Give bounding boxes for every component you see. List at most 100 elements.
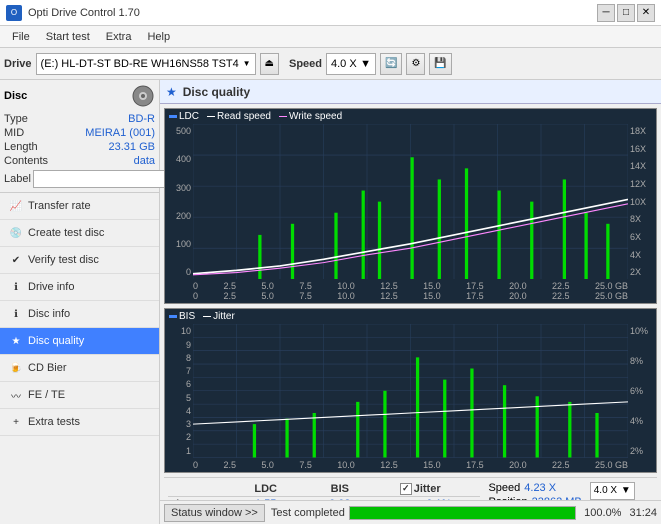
- jitter-col-label: Jitter: [414, 483, 441, 495]
- col-ldc: LDC: [226, 482, 306, 497]
- app-icon: O: [6, 5, 22, 21]
- read-speed-label: Read speed: [217, 111, 271, 122]
- nav-label-create-test-disc: Create test disc: [28, 227, 104, 239]
- write-speed-label: Write speed: [289, 111, 342, 122]
- extra-tests-icon: +: [8, 414, 24, 430]
- speed-info-value: 4.23 X: [524, 482, 556, 494]
- menu-file[interactable]: File: [4, 29, 38, 45]
- disc-header: Disc: [4, 84, 155, 108]
- disc-icon: [131, 84, 155, 108]
- speed-select-combo[interactable]: 4.0 X ▼: [590, 482, 635, 500]
- ldc-label: LDC: [179, 111, 199, 122]
- speed-arrow: ▼: [360, 58, 371, 70]
- sidebar-nav: 📈 Transfer rate 💿 Create test disc ✔ Ver…: [0, 193, 159, 436]
- refresh-button[interactable]: 🔄: [380, 53, 402, 75]
- type-value: BD-R: [128, 113, 155, 125]
- write-speed-dot: [279, 116, 287, 117]
- bottom-y-axis-left: 10 9 8 7 6 5 4 3 2 1: [165, 324, 193, 458]
- progress-pct: 100.0%: [584, 507, 621, 519]
- nav-label-disc-info: Disc info: [28, 308, 70, 320]
- sidebar-item-cd-bier[interactable]: 🍺 CD Bier: [0, 355, 159, 382]
- window-controls[interactable]: ─ □ ✕: [597, 4, 655, 22]
- sidebar-item-verify-test-disc[interactable]: ✔ Verify test disc: [0, 247, 159, 274]
- status-window-nav[interactable]: Status window >>: [164, 504, 265, 522]
- bottom-chart-legend: BIS Jitter: [165, 309, 656, 324]
- disc-type-row: Type BD-R: [4, 112, 155, 126]
- jitter-dot: [203, 316, 211, 317]
- action-buttons: 4.0 X ▼ Start full Start part: [590, 482, 653, 500]
- top-chart-legend: LDC Read speed Write speed: [165, 109, 656, 124]
- charts-area: LDC Read speed Write speed 500: [160, 104, 661, 500]
- statusbar: Status window >> Test completed 100.0% 3…: [160, 500, 661, 524]
- top-y-axis-right: 18X 16X 14X 12X 10X 8X 6X 4X 2X: [628, 124, 656, 279]
- jitter-label: Jitter: [213, 311, 235, 322]
- disc-title: Disc: [4, 90, 27, 102]
- disc-info-icon: ℹ: [8, 306, 24, 322]
- status-text: Test completed: [271, 507, 345, 519]
- drive-dropdown-arrow: ▼: [243, 59, 251, 68]
- settings-button[interactable]: ⚙: [406, 53, 425, 75]
- toolbar: Drive (E:) HL-DT-ST BD-RE WH16NS58 TST4 …: [0, 48, 661, 80]
- eject-button[interactable]: ⏏: [260, 53, 279, 75]
- stats-area: LDC BIS ✓ Jitter Avg: [164, 477, 657, 500]
- read-speed-dot: [207, 116, 215, 117]
- drive-label: Drive: [4, 58, 32, 70]
- nav-label-fe-te: FE / TE: [28, 389, 65, 401]
- sidebar-item-drive-info[interactable]: ℹ Drive info: [0, 274, 159, 301]
- length-label: Length: [4, 141, 38, 153]
- disc-label-input[interactable]: [33, 170, 171, 188]
- sidebar-item-transfer-rate[interactable]: 📈 Transfer rate: [0, 193, 159, 220]
- progress-bar-fill: [350, 507, 575, 519]
- sidebar-item-extra-tests[interactable]: + Extra tests: [0, 409, 159, 436]
- disc-mid-row: MID MEIRA1 (001): [4, 126, 155, 140]
- top-chart: LDC Read speed Write speed 500: [164, 108, 657, 304]
- bottom-y-axis-right: 10% 8% 6% 4% 2%: [628, 324, 656, 458]
- top-y-axis-left: 500 400 300 200 100 0: [165, 124, 193, 279]
- menu-start-test[interactable]: Start test: [38, 29, 98, 45]
- stats-table: LDC BIS ✓ Jitter Avg: [168, 482, 480, 500]
- save-button[interactable]: 💾: [429, 53, 451, 75]
- disc-label-row: Label 🔍: [4, 170, 155, 188]
- bottom-chart-svg-container: [193, 324, 628, 458]
- drive-selector[interactable]: (E:) HL-DT-ST BD-RE WH16NS58 TST4 ▼: [36, 53, 256, 75]
- jitter-checkbox[interactable]: ✓: [400, 483, 412, 495]
- col-spacer: [374, 482, 394, 497]
- speed-select-arrow: ▼: [621, 485, 631, 496]
- progress-bar-container: [349, 506, 576, 520]
- drive-info-icon: ℹ: [8, 279, 24, 295]
- ldc-dot: [169, 115, 177, 118]
- legend-read-speed: Read speed: [207, 111, 271, 122]
- bottom-chart-body: 10 9 8 7 6 5 4 3 2 1: [165, 324, 656, 458]
- contents-label: Contents: [4, 155, 48, 167]
- content-title: Disc quality: [183, 85, 250, 99]
- nav-label-extra-tests: Extra tests: [28, 416, 80, 428]
- maximize-button[interactable]: □: [617, 4, 635, 22]
- top-chart-svg-container: 0 2.5 5.0 7.5 10.0 12.5 15.0 17.5 20.0 2…: [193, 124, 628, 279]
- speed-select-row: 4.0 X ▼: [590, 482, 653, 500]
- disc-label-label: Label: [4, 173, 31, 185]
- mid-value: MEIRA1 (001): [85, 127, 155, 139]
- top-chart-svg: [193, 124, 628, 279]
- sidebar-item-disc-quality[interactable]: ★ Disc quality: [0, 328, 159, 355]
- bis-dot: [169, 315, 177, 318]
- sidebar: Disc Type BD-R MID MEIRA1 (001) Length: [0, 80, 160, 524]
- col-label: [168, 482, 226, 497]
- menubar: File Start test Extra Help: [0, 26, 661, 48]
- sidebar-item-fe-te[interactable]: 〰 FE / TE: [0, 382, 159, 409]
- sidebar-item-disc-info[interactable]: ℹ Disc info: [0, 301, 159, 328]
- sidebar-item-create-test-disc[interactable]: 💿 Create test disc: [0, 220, 159, 247]
- minimize-button[interactable]: ─: [597, 4, 615, 22]
- close-button[interactable]: ✕: [637, 4, 655, 22]
- type-label: Type: [4, 113, 28, 125]
- menu-extra[interactable]: Extra: [98, 29, 140, 45]
- titlebar-left: O Opti Drive Control 1.70: [6, 5, 140, 21]
- speed-selector[interactable]: 4.0 X ▼: [326, 53, 376, 75]
- legend-bis: BIS: [169, 311, 195, 322]
- speed-info-label: Speed: [488, 482, 520, 494]
- speed-position-column: Speed 4.23 X Position 23862 MB Samples 3…: [488, 482, 581, 500]
- menu-help[interactable]: Help: [139, 29, 178, 45]
- speed-row: Speed 4.23 X: [488, 482, 581, 494]
- disc-quality-icon: ★: [8, 333, 24, 349]
- length-value: 23.31 GB: [109, 141, 155, 153]
- bottom-x-label-row: 0 2.5 5.0 7.5 10.0 12.5 15.0 17.5 20.0 2…: [165, 458, 656, 472]
